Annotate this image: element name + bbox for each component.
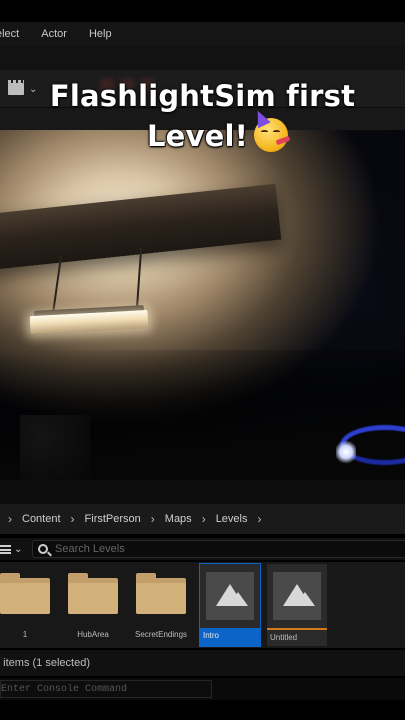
chevron-right-icon: › xyxy=(150,512,155,526)
level-label: Intro xyxy=(200,628,260,646)
menu-select[interactable]: elect xyxy=(0,28,19,40)
menu-actor[interactable]: Actor xyxy=(41,28,67,40)
menu-bar: elect Actor Help xyxy=(0,22,405,46)
bottom-letterbox xyxy=(0,700,405,720)
breadcrumb: › Content › FirstPerson › Maps › Levels … xyxy=(0,504,405,534)
folder-icon xyxy=(68,573,118,614)
folder-item[interactable]: SecretEndings xyxy=(135,566,198,646)
item-count: 6 items (1 selected) xyxy=(0,657,90,669)
search-box xyxy=(32,540,405,558)
chevron-right-icon[interactable]: › xyxy=(257,512,261,526)
level-map-icon xyxy=(206,572,254,620)
filter-icon xyxy=(0,544,11,554)
lamp-wire xyxy=(135,248,143,310)
level-label: Untitled xyxy=(267,628,327,646)
breadcrumb-firstperson[interactable]: FirstPerson xyxy=(85,513,141,525)
status-bar: 6 items (1 selected) xyxy=(0,650,405,676)
chevron-right-icon: › xyxy=(70,512,75,526)
console-bar xyxy=(0,678,405,700)
level-viewport[interactable] xyxy=(0,130,405,480)
lamp-wire xyxy=(51,256,63,314)
level-item-untitled[interactable]: Untitled xyxy=(267,564,327,646)
search-input[interactable] xyxy=(55,543,355,555)
secondary-bar xyxy=(0,46,405,70)
level-map-icon xyxy=(273,572,321,620)
camera-menu-button[interactable]: ⌄ xyxy=(8,80,42,98)
top-letterbox xyxy=(0,0,405,22)
dark-object xyxy=(20,415,90,480)
asset-grid: 1 HubArea SecretEndings Intro Untitled xyxy=(0,562,405,648)
chevron-right-icon: › xyxy=(201,512,206,526)
chevron-right-icon: › xyxy=(8,512,12,526)
breadcrumb-content[interactable]: Content xyxy=(22,513,61,525)
console-input[interactable] xyxy=(0,680,212,698)
breadcrumb-levels[interactable]: Levels xyxy=(216,513,248,525)
toolbar-strip xyxy=(0,108,405,130)
folder-label: 1 xyxy=(22,630,28,639)
menu-help[interactable]: Help xyxy=(89,28,112,40)
camera-icon xyxy=(8,80,24,95)
folder-label: SecretEndings xyxy=(134,630,188,639)
main-toolbar: ⌄ xyxy=(0,70,405,108)
chevron-down-icon: ⌄ xyxy=(14,543,23,555)
toolbar-icons xyxy=(100,78,180,100)
toolbar-icon[interactable] xyxy=(100,78,114,92)
level-item-intro[interactable]: Intro xyxy=(199,563,261,647)
filter-button[interactable]: ⌄ xyxy=(0,541,26,557)
folder-icon xyxy=(136,573,186,614)
folder-label: HubArea xyxy=(77,630,109,639)
search-icon xyxy=(38,544,48,554)
breadcrumb-maps[interactable]: Maps xyxy=(165,513,192,525)
folder-icon xyxy=(0,573,50,614)
toolbar-icon[interactable] xyxy=(140,78,154,92)
filter-bar: ⌄ xyxy=(0,538,405,560)
folder-item[interactable]: 1 xyxy=(0,566,62,646)
chevron-down-icon: ⌄ xyxy=(29,83,38,95)
folder-item[interactable]: HubArea xyxy=(68,566,130,646)
panel-divider xyxy=(0,480,405,504)
flashlight-glow xyxy=(336,440,356,464)
toolbar-icon[interactable] xyxy=(120,78,134,92)
